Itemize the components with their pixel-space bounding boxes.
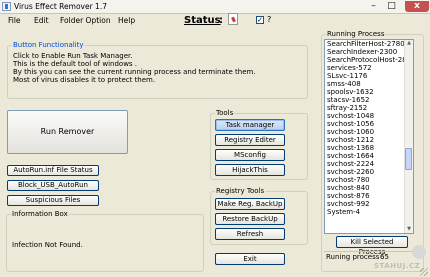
watermark-text: STAHUJ.CZ bbox=[374, 262, 421, 270]
menu-file[interactable]: File bbox=[8, 16, 21, 25]
autorun-status-button[interactable]: AutoRun.inf File Status bbox=[7, 165, 99, 176]
registry-tools-legend: Registry Tools bbox=[215, 187, 266, 195]
suspicious-files-button[interactable]: Suspicious Files bbox=[7, 195, 99, 206]
button-functionality-text: Click to Enable Run Task Manager. This i… bbox=[13, 52, 256, 84]
menu-folder-option[interactable]: Folder Option bbox=[60, 16, 111, 25]
process-list-items: SearchFilterHost-2780 SearchIndexer-2300 S… bbox=[327, 40, 405, 216]
registry-editor-button[interactable]: Registry Editer bbox=[215, 134, 285, 146]
close-button[interactable]: x bbox=[405, 1, 429, 12]
status-document-icon bbox=[228, 13, 238, 25]
msconfig-button[interactable]: MSconfig bbox=[215, 149, 285, 161]
process-list-item[interactable]: svchost-780 bbox=[327, 176, 405, 184]
running-process-legend: Running Process bbox=[326, 30, 386, 38]
process-list-item[interactable]: svchost-1664 bbox=[327, 152, 405, 160]
process-list[interactable]: SearchFilterHost-2780 SearchIndexer-2300 S… bbox=[324, 39, 414, 234]
bf-line: By this you can see the current running … bbox=[13, 68, 256, 76]
process-list-item[interactable]: SearchProtocolHost-288 bbox=[327, 56, 405, 64]
bf-line: This is the default tool of windows . bbox=[13, 60, 138, 68]
refresh-button[interactable]: Refresh bbox=[215, 228, 285, 240]
status-checkbox-label: ? bbox=[267, 15, 272, 24]
tools-group: Tools Task manager Registry Editer MScon… bbox=[210, 109, 308, 180]
bf-line: Most of virus disables it to protect the… bbox=[13, 76, 156, 84]
process-list-item[interactable]: SearchFilterHost-2780 bbox=[327, 40, 405, 48]
process-list-item[interactable]: svchost-876 bbox=[327, 192, 405, 200]
title-bar[interactable]: Virus Effect Remover 1.7 – □ x bbox=[0, 0, 430, 14]
process-list-item[interactable]: System-4 bbox=[327, 208, 405, 216]
status-checkbox[interactable]: ✓ bbox=[256, 16, 264, 24]
hijackthis-button[interactable]: HijackThis bbox=[215, 164, 285, 176]
restore-backup-button[interactable]: Restore BackUp bbox=[215, 213, 285, 225]
process-list-item[interactable]: stacsv-1652 bbox=[327, 96, 405, 104]
block-usb-autorun-button[interactable]: Block_USB_AutoRun bbox=[7, 180, 99, 191]
watermark-logo bbox=[412, 245, 426, 259]
menu-help[interactable]: Help bbox=[118, 16, 135, 25]
scrollbar-thumb[interactable] bbox=[405, 148, 412, 170]
button-functionality-group: Button Functionality Click to Enable Run… bbox=[7, 41, 308, 99]
process-list-item[interactable]: svchost-2224 bbox=[327, 160, 405, 168]
process-list-item[interactable]: svchost-1060 bbox=[327, 128, 405, 136]
process-list-item[interactable]: svchost-1048 bbox=[327, 112, 405, 120]
process-list-item[interactable]: svchost-1368 bbox=[327, 144, 405, 152]
process-list-item[interactable]: SLsvc-1176 bbox=[327, 72, 405, 80]
process-list-item[interactable]: svchost-1056 bbox=[327, 120, 405, 128]
process-list-item[interactable]: services-572 bbox=[327, 64, 405, 72]
window-title: Virus Effect Remover 1.7 bbox=[14, 2, 107, 11]
app-window: Virus Effect Remover 1.7 – □ x File Edit… bbox=[0, 0, 430, 277]
process-list-item[interactable]: svchost-840 bbox=[327, 184, 405, 192]
registry-tools-group: Registry Tools Make Reg. BackUp Restore … bbox=[210, 187, 308, 245]
exit-button[interactable]: Exit bbox=[215, 253, 285, 265]
information-box-group: Information Box Infection Not Found. bbox=[6, 210, 204, 272]
process-list-item[interactable]: spoolsv-1632 bbox=[327, 88, 405, 96]
running-process-count-value: 65 bbox=[380, 253, 389, 261]
process-list-item[interactable]: svchost-1212 bbox=[327, 136, 405, 144]
information-box-legend: Information Box bbox=[11, 210, 69, 218]
scroll-up-icon[interactable]: ▲ bbox=[405, 40, 413, 47]
running-process-count-label: Runing process : bbox=[326, 253, 384, 261]
app-icon bbox=[2, 2, 11, 11]
maximize-button[interactable]: □ bbox=[384, 1, 399, 12]
information-message: Infection Not Found. bbox=[12, 241, 83, 249]
process-separator bbox=[324, 251, 422, 252]
process-list-scrollbar[interactable]: ▲ ▼ bbox=[404, 40, 413, 233]
bf-line: Click to Enable Run Task Manager. bbox=[13, 52, 133, 60]
process-list-item[interactable]: SearchIndexer-2300 bbox=[327, 48, 405, 56]
run-remover-button[interactable]: Run Remover bbox=[7, 110, 128, 154]
process-list-item[interactable]: sftray-2152 bbox=[327, 104, 405, 112]
button-functionality-legend: Button Functionality bbox=[12, 41, 85, 49]
minimize-button[interactable]: – bbox=[366, 1, 381, 12]
resize-grip-icon[interactable] bbox=[420, 268, 428, 276]
kill-selected-process-button[interactable]: Kill Selected Process bbox=[336, 236, 408, 256]
task-manager-button[interactable]: Task manager bbox=[215, 119, 285, 131]
process-list-item[interactable]: smss-408 bbox=[327, 80, 405, 88]
process-list-item[interactable]: svchost-992 bbox=[327, 200, 405, 208]
status-label: Status bbox=[184, 15, 221, 26]
status-colon: : bbox=[219, 15, 223, 26]
scroll-down-icon[interactable]: ▼ bbox=[405, 226, 413, 233]
tools-legend: Tools bbox=[215, 109, 235, 117]
process-list-item[interactable]: svchost-2260 bbox=[327, 168, 405, 176]
menu-edit[interactable]: Edit bbox=[34, 16, 49, 25]
make-reg-backup-button[interactable]: Make Reg. BackUp bbox=[215, 198, 285, 210]
